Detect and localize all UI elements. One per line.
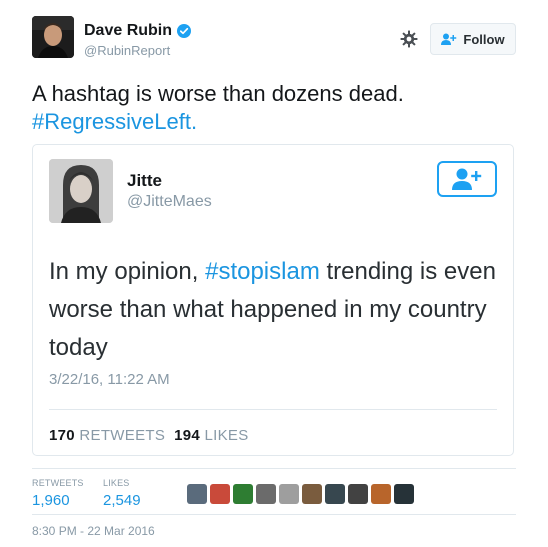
likes-stat-value: 2,549 xyxy=(103,492,141,509)
quoted-stats: 170 RETWEETS 194 LIKES xyxy=(49,427,249,444)
quoted-author-name[interactable]: Jitte xyxy=(127,171,162,191)
likes-stat-label: LIKES xyxy=(103,478,130,488)
liker-avatar[interactable] xyxy=(302,484,322,504)
author-avatar-image xyxy=(32,16,74,58)
quoted-follow-button[interactable] xyxy=(437,161,497,197)
retweets-stat-value: 1,960 xyxy=(32,492,70,509)
liker-avatars xyxy=(187,484,414,504)
quoted-author-avatar[interactable] xyxy=(49,159,113,223)
quoted-timestamp[interactable]: 3/22/16, 11:22 AM xyxy=(49,371,170,388)
follow-button-label: Follow xyxy=(463,31,505,47)
tweet-hashtag-link[interactable]: #RegressiveLeft. xyxy=(32,109,197,134)
quoted-text-before: In my opinion, xyxy=(49,258,206,285)
liker-avatar[interactable] xyxy=(348,484,368,504)
add-user-icon xyxy=(452,168,482,190)
verified-badge-icon xyxy=(177,24,192,38)
quoted-likes-count[interactable]: 194 xyxy=(174,427,200,444)
liker-avatar[interactable] xyxy=(394,484,414,504)
quoted-retweets-label: RETWEETS xyxy=(79,427,166,444)
add-user-icon xyxy=(441,33,457,45)
stats-bottom-divider xyxy=(32,514,516,515)
author-handle[interactable]: @RubinReport xyxy=(84,43,170,58)
tweet-text-body: A hashtag is worse than dozens dead. xyxy=(32,81,404,106)
author-avatar[interactable] xyxy=(32,16,74,58)
tweet-timestamp[interactable]: 8:30 PM - 22 Mar 2016 xyxy=(32,524,155,538)
liker-avatar[interactable] xyxy=(325,484,345,504)
quoted-tweet-card[interactable]: Jitte @JitteMaes In my opinion, #stopisl… xyxy=(32,144,514,456)
author-display-name[interactable]: Dave Rubin xyxy=(84,22,172,40)
quoted-hashtag-link[interactable]: #stopislam xyxy=(205,258,320,285)
tweet-header: Dave Rubin @RubinReport Follow xyxy=(32,16,516,64)
quoted-likes-label: LIKES xyxy=(204,427,249,444)
retweets-stat-label: RETWEETS xyxy=(32,478,84,488)
liker-avatar[interactable] xyxy=(256,484,276,504)
follow-button[interactable]: Follow xyxy=(430,23,516,55)
stats-top-divider xyxy=(32,468,516,469)
tweet-text: A hashtag is worse than dozens dead. #Re… xyxy=(32,80,516,136)
liker-avatar[interactable] xyxy=(371,484,391,504)
liker-avatar[interactable] xyxy=(233,484,253,504)
liker-avatar[interactable] xyxy=(187,484,207,504)
quoted-author-avatar-image xyxy=(49,159,113,223)
quoted-retweets-count[interactable]: 170 xyxy=(49,427,75,444)
retweets-stat[interactable]: RETWEETS 1,960 xyxy=(32,478,84,509)
quoted-author-handle[interactable]: @JitteMaes xyxy=(127,193,212,211)
likes-stat[interactable]: LIKES 2,549 xyxy=(103,478,141,509)
gear-icon[interactable] xyxy=(400,30,418,48)
quoted-divider xyxy=(49,409,497,410)
quoted-tweet-text: In my opinion, #stopislam trending is ev… xyxy=(49,253,499,367)
liker-avatar[interactable] xyxy=(279,484,299,504)
author-name-row: Dave Rubin xyxy=(84,22,192,40)
liker-avatar[interactable] xyxy=(210,484,230,504)
